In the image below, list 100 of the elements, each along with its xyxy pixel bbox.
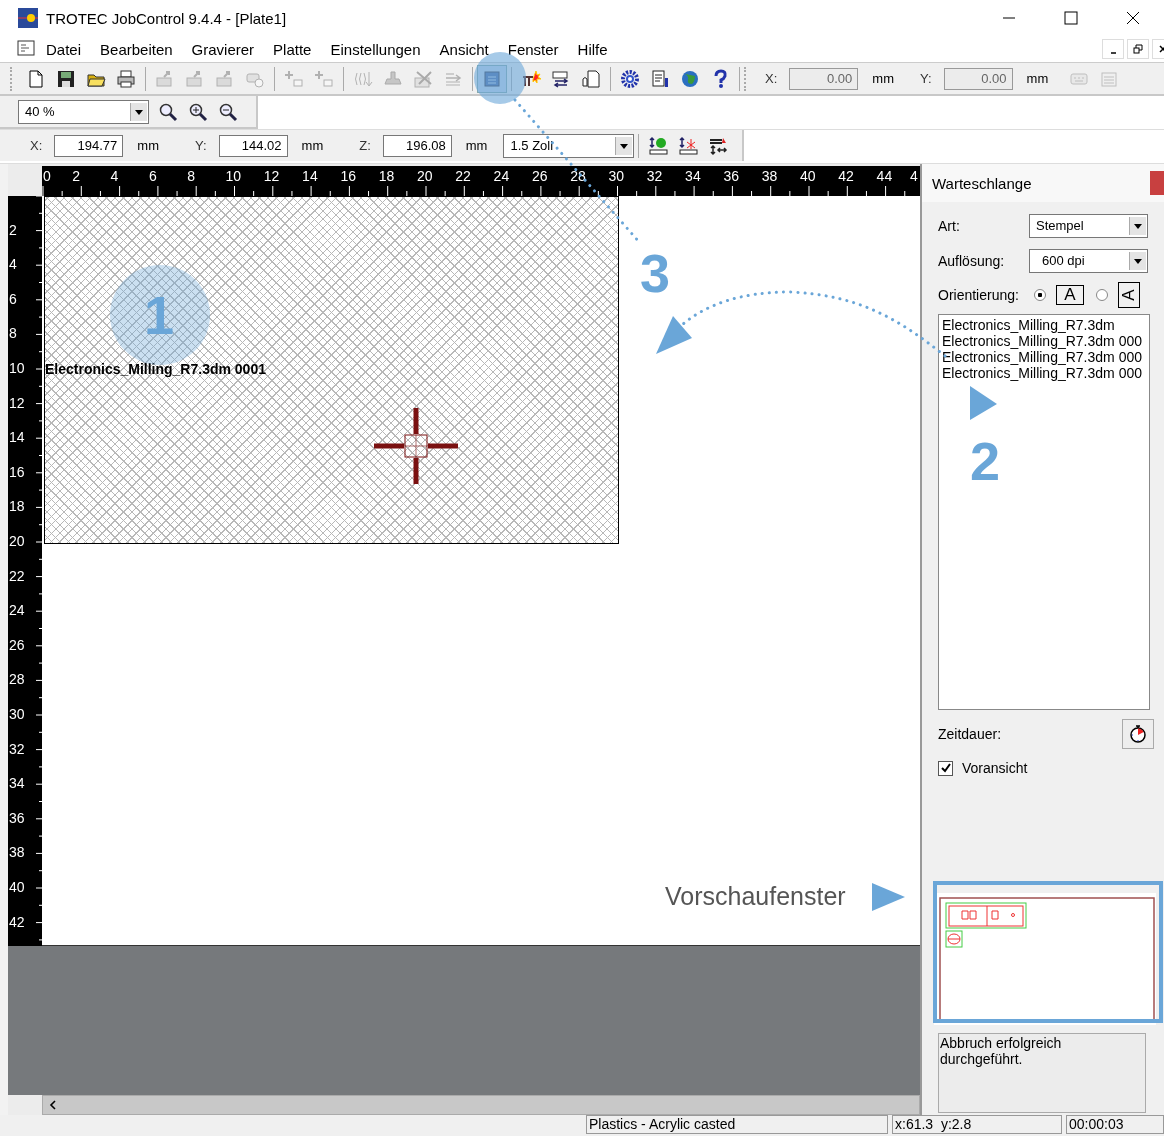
stopwatch-icon [1128, 724, 1148, 744]
horizontal-scrollbar[interactable] [42, 1095, 920, 1115]
radio-button[interactable] [1034, 289, 1046, 301]
menu-item[interactable]: Datei [46, 40, 82, 58]
panel-title: Warteschlange [932, 174, 1032, 192]
field-label: Art: [938, 217, 961, 234]
ruler-label: 10 [9, 359, 25, 376]
unit-label: mm [301, 138, 324, 153]
dropdown-arrow-icon [615, 136, 633, 155]
scroll-left-icon[interactable] [48, 1100, 58, 1110]
height-laser-icon [678, 135, 699, 156]
swap-arrows-icon [551, 68, 571, 89]
unit-label: mm [1026, 71, 1049, 86]
ruler-label: 20 [417, 168, 433, 184]
ruler-label: 10 [225, 168, 242, 184]
zoom-dropdown[interactable]: 40 % [18, 99, 149, 124]
minimize-icon [1003, 17, 1015, 19]
callout-arrow [970, 386, 997, 420]
field-label: X: [30, 138, 43, 153]
status-message: Abbruch erfolgreich durchgeführt. [939, 1034, 1063, 1067]
ruler-label: 30 [9, 705, 25, 722]
ruler-label: 0 [43, 168, 51, 184]
document-icon[interactable] [16, 39, 36, 59]
plus-box-icon [284, 68, 304, 89]
ruler-label: 28 [570, 168, 586, 184]
time-status: 00:00:03 [1066, 1115, 1164, 1134]
field-label: Orientierung: [938, 287, 1020, 303]
ruler-label: 34 [9, 775, 25, 792]
height-sphere-icon [648, 135, 669, 156]
job-item[interactable]: Electronics_Milling_R7.3dm 000 [942, 349, 1146, 365]
ruler-label: 26 [531, 168, 548, 184]
dropdown-arrow-icon [1129, 216, 1146, 235]
ruler-label: 32 [646, 168, 663, 184]
search-icon [158, 101, 178, 122]
ruler-label: 4 [9, 256, 17, 273]
ruler-label: 8 [187, 168, 195, 184]
job-item[interactable]: Electronics_Milling_R7.3dm [942, 317, 1146, 333]
window-title: TROTEC JobControl 9.4.4 - [Plate1] [46, 9, 287, 27]
radio-button[interactable] [1096, 289, 1108, 301]
ruler-label: 18 [378, 168, 395, 184]
ruler-label: 16 [9, 463, 25, 480]
menu-item[interactable]: Bearbeiten [100, 40, 173, 58]
zoom-in-icon [188, 101, 208, 122]
tray-arrow-icon [185, 68, 205, 89]
field-label: Z: [359, 138, 371, 153]
stopwatch-button[interactable] [1122, 719, 1154, 749]
field-label: Y: [194, 138, 207, 153]
position-status: x:61.3 y:2.8 [892, 1115, 1062, 1134]
ruler-label: 36 [723, 168, 739, 184]
ruler-label: 8 [9, 325, 17, 342]
globe-icon [680, 68, 700, 89]
ruler-label: 32 [9, 740, 25, 757]
menu-item[interactable]: Gravierer [191, 40, 255, 58]
ruler-label: 40 [800, 168, 816, 184]
minimize-button[interactable] [1102, 39, 1124, 59]
ruler-label: 12 [263, 168, 280, 184]
ruler-label: 16 [340, 168, 356, 184]
tray-arrow-icon [215, 68, 235, 89]
ruler-label: 34 [685, 168, 701, 184]
close-icon [1125, 10, 1141, 26]
plus-box-icon [314, 68, 334, 89]
dropdown-arrow-icon [130, 102, 147, 121]
menu-item[interactable]: Fenster [507, 40, 559, 58]
coordinate-field[interactable]: 194.77 [54, 134, 124, 157]
ruler-label: 42 [838, 168, 854, 184]
checkmark-icon [939, 762, 952, 774]
job-item[interactable]: Electronics_Milling_R7.3dm 000 [942, 333, 1146, 349]
ruler-label: 14 [9, 429, 25, 446]
checkbox[interactable] [938, 760, 953, 776]
coordinate-field[interactable]: 196.08 [382, 134, 452, 157]
document-info-icon [650, 68, 670, 89]
ruler-label: 12 [9, 394, 25, 411]
gear-icon [620, 68, 640, 89]
menu-item[interactable]: Hilfe [577, 40, 608, 58]
menu-item[interactable]: Platte [273, 40, 312, 58]
resolution-dropdown[interactable]: 600 dpi [1029, 248, 1148, 273]
field-label: X: [765, 71, 778, 86]
thickness-dropdown[interactable]: 1.5 Zoll [503, 133, 635, 158]
menu-item[interactable]: Ansicht [439, 40, 489, 58]
ruler-label: 36 [9, 809, 25, 826]
crossed-tray-icon [413, 68, 433, 89]
type-dropdown[interactable]: Stempel [1029, 213, 1148, 238]
coordinate-field[interactable]: 144.02 [218, 134, 288, 157]
orientation-glyph: A [1056, 285, 1084, 305]
material-status: Plastics - Acrylic casted [586, 1115, 888, 1134]
restore-button[interactable] [1127, 39, 1149, 59]
menu-item[interactable]: Einstellungen [330, 40, 421, 58]
minimize-icon [1110, 52, 1116, 54]
unit-label: mm [465, 138, 488, 153]
callout-number: 1 [144, 288, 175, 342]
job-item[interactable]: Electronics_Milling_R7.3dm 000 [942, 365, 1146, 381]
zoom-out-icon [218, 101, 238, 122]
ruler-label: 38 [761, 168, 778, 184]
page-icon [26, 68, 46, 89]
ruler-label: 30 [608, 168, 625, 184]
ruler-label: 6 [9, 290, 17, 307]
callout-number: 3 [640, 246, 671, 300]
field-label: Zeitdauer: [938, 726, 1003, 742]
ruler-label: 38 [9, 844, 25, 861]
unit-label: mm [872, 71, 894, 86]
